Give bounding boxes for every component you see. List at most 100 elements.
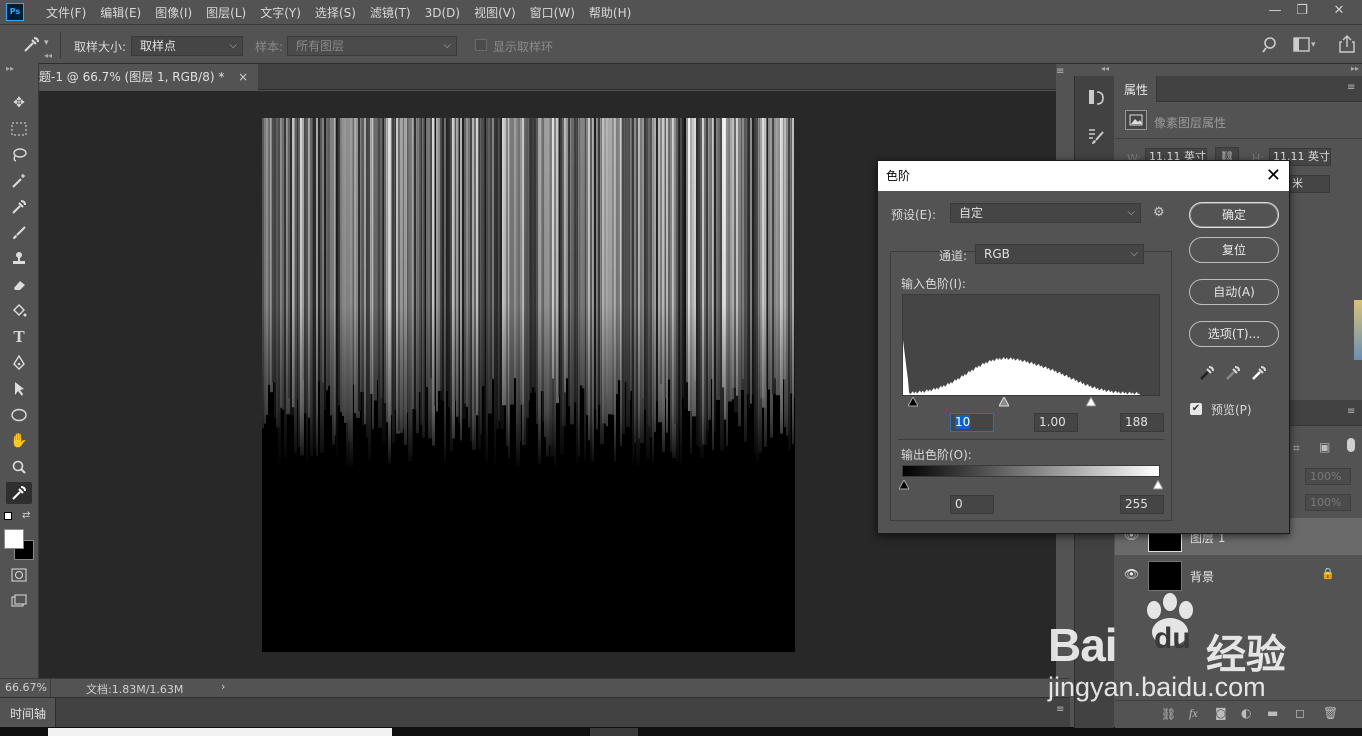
gray-point-eyedropper-icon[interactable] xyxy=(1225,365,1241,384)
restore-button[interactable]: ❐ xyxy=(1291,2,1313,20)
menu-file[interactable]: 文件(F) xyxy=(46,4,86,21)
type-tool-icon[interactable]: T xyxy=(6,326,32,348)
brush-tool-icon[interactable] xyxy=(6,222,32,244)
group-folder-icon[interactable]: ▬ xyxy=(1267,706,1278,720)
output-black-slider[interactable] xyxy=(898,478,910,490)
layer-row[interactable]: 👁 背景 🔒 xyxy=(1115,557,1362,594)
collapse-icon[interactable]: ▸▸ xyxy=(1351,64,1359,73)
preset-options-gear-icon[interactable]: ⚙ xyxy=(1153,205,1165,220)
zoom-level[interactable]: 66.67% xyxy=(5,681,47,694)
output-white-slider[interactable] xyxy=(1152,478,1164,490)
dialog-title-bar[interactable]: 色阶 xyxy=(878,161,1289,191)
paint-bucket-tool-icon[interactable] xyxy=(6,300,32,322)
menu-type[interactable]: 文字(Y) xyxy=(260,4,301,21)
eyedropper-tool-preset-icon[interactable] xyxy=(20,34,42,56)
panel-menu-icon[interactable]: ≡ xyxy=(1056,704,1064,715)
pen-tool-icon[interactable] xyxy=(6,352,32,374)
black-point-eyedropper-icon[interactable] xyxy=(1199,365,1215,384)
marquee-tool-icon[interactable] xyxy=(6,118,32,140)
swap-colors-icon[interactable]: ⇄ xyxy=(22,510,30,521)
y-input[interactable]: 米 xyxy=(1288,175,1330,193)
output-black-field[interactable]: 0 xyxy=(950,495,994,514)
preview-checkbox[interactable]: ✔ xyxy=(1190,403,1202,415)
close-tab-icon[interactable]: × xyxy=(238,70,248,84)
menu-select[interactable]: 选择(S) xyxy=(315,4,356,21)
white-point-eyedropper-icon[interactable] xyxy=(1251,365,1267,384)
properties-tab[interactable]: 属性 xyxy=(1124,81,1148,98)
fill-input[interactable]: 100% xyxy=(1305,494,1351,511)
reset-button[interactable]: 复位 xyxy=(1189,237,1279,263)
input-gamma-field[interactable]: 1.00 xyxy=(1034,413,1078,432)
show-ring-checkbox[interactable] xyxy=(475,39,487,51)
input-black-field[interactable]: 10 xyxy=(950,413,994,432)
menu-window[interactable]: 窗口(W) xyxy=(530,4,575,21)
document-tab[interactable]: 题-1 @ 66.7% (图层 1, RGB/8) * × xyxy=(39,64,259,90)
default-colors-icon[interactable] xyxy=(4,512,12,520)
collapse-icon[interactable]: ▸▸ xyxy=(6,64,14,73)
eraser-tool-icon[interactable] xyxy=(6,274,32,296)
stamp-tool-icon[interactable] xyxy=(6,248,32,270)
search-icon[interactable] xyxy=(1262,36,1280,57)
screen-mode-icon[interactable] xyxy=(6,590,32,612)
menu-image[interactable]: 图像(I) xyxy=(155,4,192,21)
menu-layer[interactable]: 图层(L) xyxy=(206,4,246,21)
share-icon[interactable] xyxy=(1338,34,1356,57)
path-selection-tool-icon[interactable] xyxy=(6,378,32,400)
foreground-color-swatch[interactable] xyxy=(4,529,24,549)
lock-all-icon[interactable]: ▣ xyxy=(1319,440,1330,454)
delete-layer-icon[interactable]: 🗑 xyxy=(1323,706,1338,720)
visibility-eye-icon[interactable]: 👁 xyxy=(1124,567,1139,581)
options-button[interactable]: 选项(T)... xyxy=(1189,321,1279,347)
chevron-down-icon[interactable]: ▾ xyxy=(1311,40,1316,50)
chevron-down-icon[interactable]: ▾ xyxy=(44,38,49,48)
history-icon[interactable] xyxy=(1087,88,1105,109)
fx-icon[interactable]: fx xyxy=(1189,706,1198,721)
collapse-icon[interactable]: ◂◂ xyxy=(44,51,52,60)
menu-help[interactable]: 帮助(H) xyxy=(589,4,631,21)
menu-view[interactable]: 视图(V) xyxy=(474,4,516,21)
panel-menu-icon[interactable]: ≡ xyxy=(1056,66,1064,77)
input-gamma-slider[interactable] xyxy=(998,395,1010,407)
close-icon[interactable]: ✕ xyxy=(1266,161,1281,191)
ok-button[interactable]: 确定 xyxy=(1189,202,1279,228)
sample-size-select[interactable]: 取样点 ⌵ xyxy=(131,36,243,56)
sample-select[interactable]: 所有图层 ⌵ xyxy=(287,36,457,56)
timeline-tab[interactable]: 时间轴 xyxy=(10,705,46,722)
input-black-slider[interactable] xyxy=(907,395,919,407)
opacity-input[interactable]: 100% xyxy=(1305,468,1351,485)
zoom-tool-icon[interactable] xyxy=(6,456,32,478)
auto-button[interactable]: 自动(A) xyxy=(1189,279,1279,305)
channel-select[interactable]: RGB ⌵ xyxy=(975,244,1144,264)
panel-menu-icon[interactable]: ≡ xyxy=(1347,82,1355,93)
preset-select[interactable]: 自定 ⌵ xyxy=(950,203,1141,223)
eyedropper-alt-tool-icon[interactable] xyxy=(6,196,32,218)
filter-toggle[interactable] xyxy=(1347,438,1355,452)
move-tool-icon[interactable]: ✥ xyxy=(6,92,32,114)
menu-filter[interactable]: 滤镜(T) xyxy=(370,4,411,21)
menu-edit[interactable]: 编辑(E) xyxy=(100,4,141,21)
input-white-field[interactable]: 188 xyxy=(1120,413,1164,432)
menu-3d[interactable]: 3D(D) xyxy=(425,6,460,20)
link-layers-icon[interactable]: ⛓ xyxy=(1161,707,1176,721)
minimize-button[interactable]: — xyxy=(1264,2,1286,20)
workspace-icon[interactable] xyxy=(1293,37,1311,56)
eyedropper-tool-icon[interactable] xyxy=(6,482,32,504)
quick-mask-icon[interactable] xyxy=(6,564,32,586)
panel-menu-icon[interactable]: ≡ xyxy=(1347,406,1355,417)
ellipse-tool-icon[interactable] xyxy=(6,404,32,426)
lasso-tool-icon[interactable] xyxy=(6,144,32,166)
adjustment-layer-icon[interactable]: ◐ xyxy=(1241,706,1251,720)
taskbar-window[interactable] xyxy=(48,728,392,736)
input-white-slider[interactable] xyxy=(1085,395,1097,407)
output-white-field[interactable]: 255 xyxy=(1120,495,1164,514)
lock-artboard-icon[interactable]: ⌗ xyxy=(1293,441,1300,456)
new-layer-icon[interactable]: ◻ xyxy=(1295,706,1305,720)
brush-settings-icon[interactable] xyxy=(1087,128,1105,149)
taskbar-app[interactable] xyxy=(590,728,638,736)
collapse-icon[interactable]: ◂◂ xyxy=(1101,64,1109,73)
add-mask-icon[interactable]: ◙ xyxy=(1215,706,1227,720)
hand-tool-icon[interactable]: ✋ xyxy=(6,430,32,452)
histogram[interactable] xyxy=(902,294,1160,396)
document-canvas[interactable] xyxy=(262,118,795,652)
close-window-button[interactable]: ✕ xyxy=(1328,2,1350,20)
